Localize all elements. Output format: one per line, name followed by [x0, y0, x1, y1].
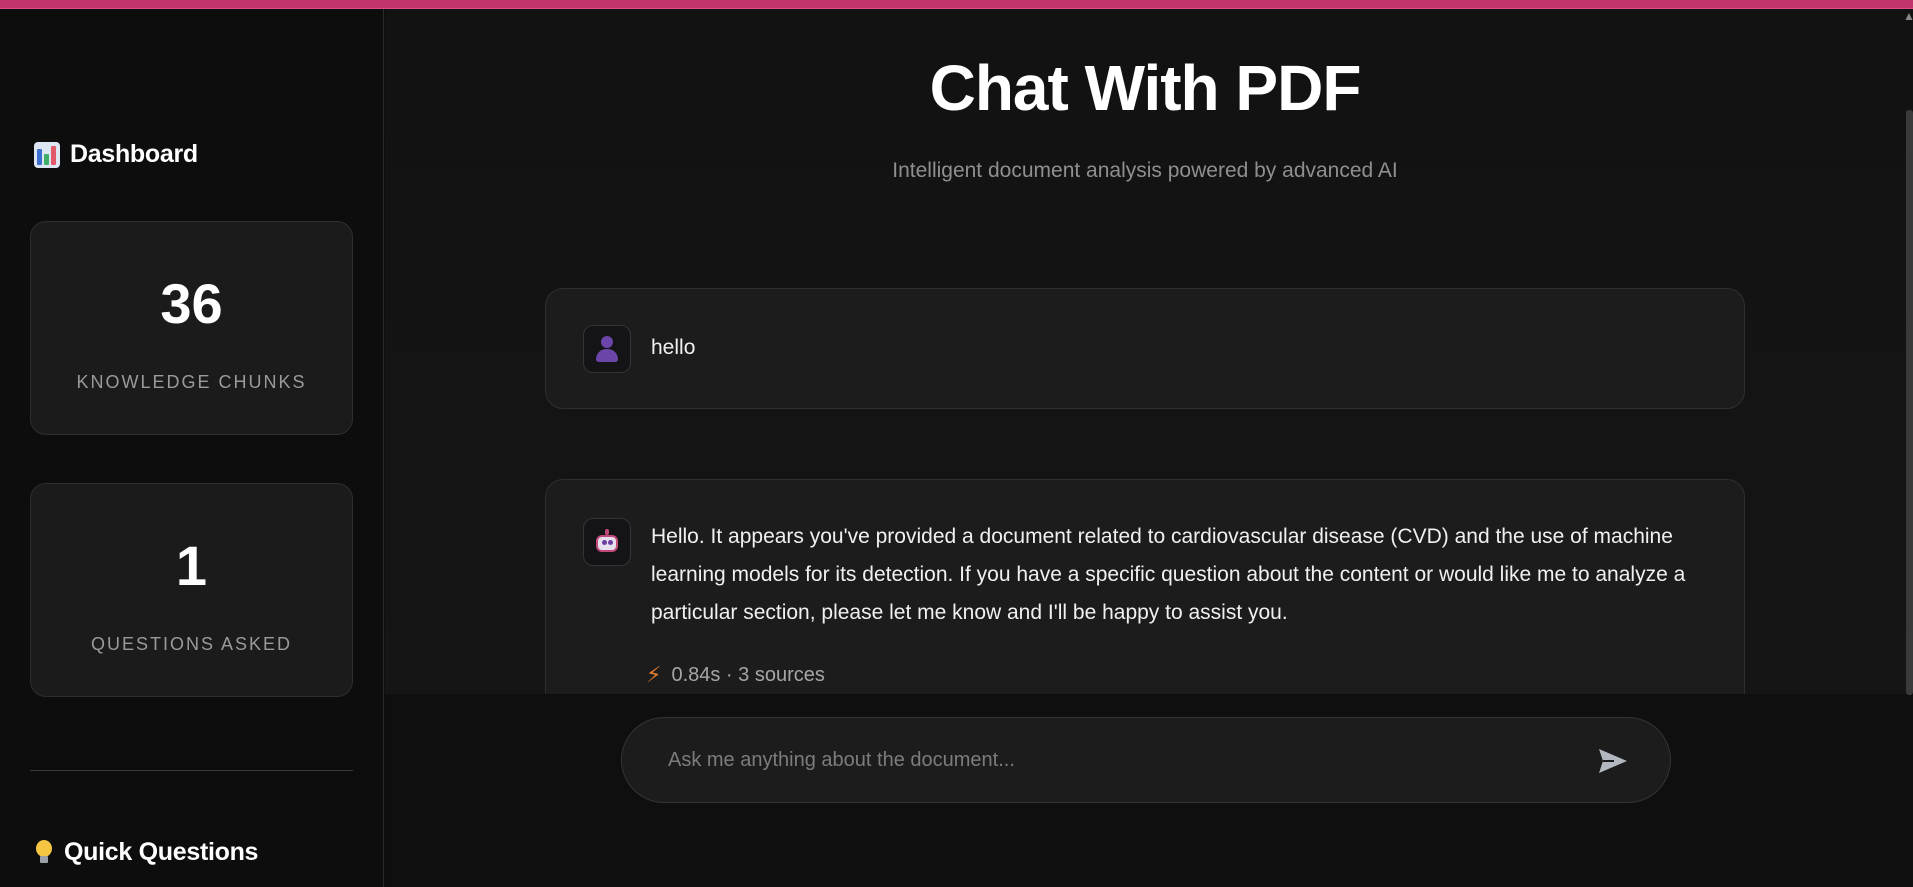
- bar-chart-icon: [34, 141, 60, 168]
- quick-questions-heading: Quick Questions: [34, 838, 258, 867]
- lightning-icon: ⚡: [646, 662, 662, 687]
- stat-label: QUESTIONS ASKED: [90, 634, 293, 654]
- quick-questions-title: Quick Questions: [64, 838, 259, 866]
- stat-card-knowledge-chunks: 36 KNOWLEDGE CHUNKS: [30, 221, 353, 435]
- scrollbar[interactable]: [1906, 110, 1913, 695]
- message-text: Hello. It appears you've provided a docu…: [651, 525, 1686, 624]
- stat-card-questions-asked: 1 QUESTIONS ASKED: [30, 483, 353, 697]
- response-meta: ⚡ 0.84s · 3 sources: [646, 662, 825, 688]
- stat-value: 36: [160, 272, 223, 335]
- robot-icon: [583, 518, 631, 566]
- send-icon: [1599, 749, 1627, 773]
- chat-input-box[interactable]: [621, 717, 1671, 803]
- dashboard-heading: Dashboard: [34, 140, 198, 169]
- lightbulb-icon: [34, 839, 54, 866]
- response-meta-text: 0.84s · 3 sources: [671, 663, 825, 686]
- chat-main: Chat With PDF Intelligent document analy…: [385, 9, 1913, 739]
- page-title: Chat With PDF: [929, 52, 1362, 124]
- stat-value: 1: [175, 534, 208, 597]
- user-icon: [583, 325, 631, 373]
- top-accent-bar: [0, 0, 1913, 9]
- stat-label: KNOWLEDGE CHUNKS: [76, 372, 307, 392]
- page-subtitle: Intelligent document analysis powered by…: [892, 159, 1398, 182]
- chat-message-user: hello: [545, 288, 1745, 409]
- sidebar-divider: [30, 770, 353, 771]
- send-button[interactable]: [1596, 744, 1630, 778]
- chat-input-area: [385, 694, 1913, 887]
- dashboard-title: Dashboard: [70, 140, 198, 168]
- message-text: hello: [651, 336, 696, 359]
- chat-input[interactable]: [668, 718, 1568, 802]
- sidebar: Dashboard 36 KNOWLEDGE CHUNKS 1 QUESTION…: [0, 9, 384, 887]
- scroll-up-icon[interactable]: ▲: [1903, 9, 1913, 23]
